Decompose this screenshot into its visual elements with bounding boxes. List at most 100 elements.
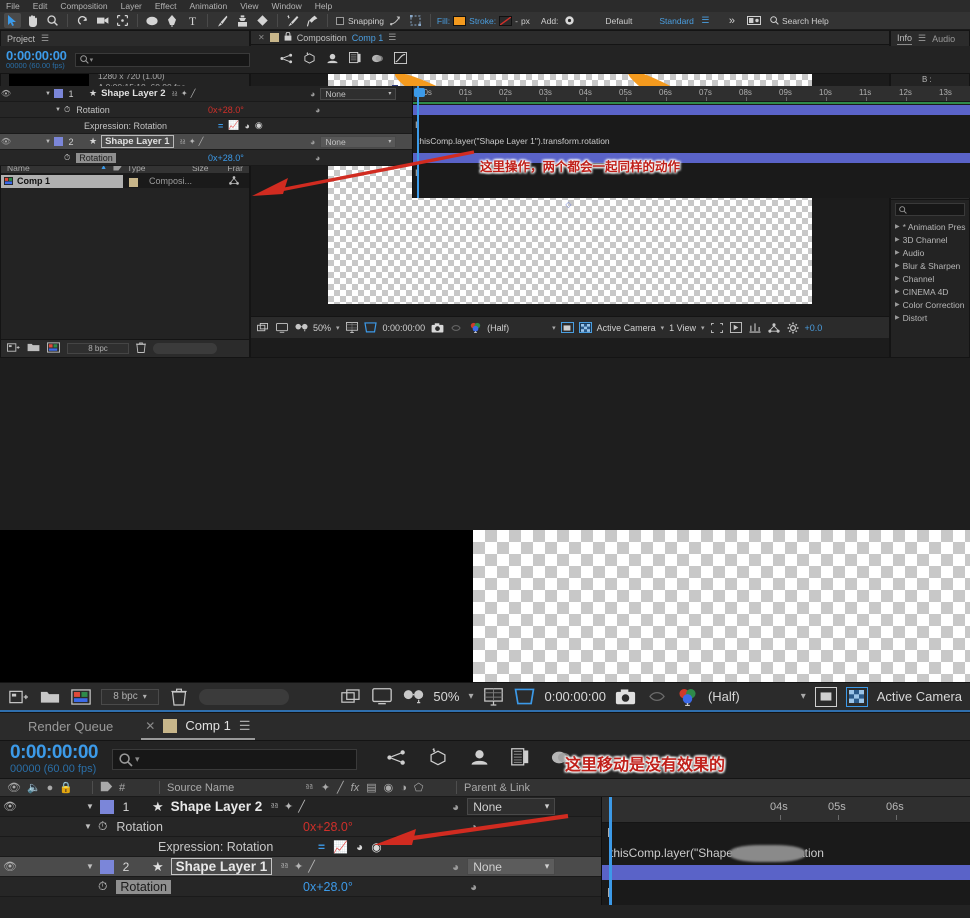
timeline-layer-row[interactable]: 👁 ▼ 1 ★ Shape Layer 2 ⎂ ✦ ╱: [0, 797, 601, 817]
expression-language-menu-icon[interactable]: ◉: [255, 120, 263, 131]
motion-blur-icon[interactable]: [371, 53, 384, 67]
zoom-chevron-icon[interactable]: ▾: [336, 324, 340, 332]
grid-guides-icon[interactable]: [345, 321, 359, 334]
timeline-track-row[interactable]: I: [602, 823, 970, 843]
chevron-down-icon[interactable]: ▾: [545, 861, 550, 872]
label-number-header[interactable]: #: [93, 781, 159, 795]
layer-duration-bar[interactable]: [602, 865, 970, 880]
disclosure-triangle-icon[interactable]: ▶: [895, 273, 900, 286]
resolution-value[interactable]: (Half): [487, 323, 509, 333]
anchor-point-icon[interactable]: ◇: [565, 201, 572, 208]
property-disclosure-triangle-icon[interactable]: ▼: [52, 107, 64, 113]
stroke-width-value[interactable]: -: [515, 16, 518, 26]
delete-icon[interactable]: [168, 687, 190, 707]
pen-tool-icon[interactable]: [164, 13, 181, 28]
hand-tool-icon[interactable]: [24, 13, 41, 28]
collapse-transform-icon[interactable]: ✦: [284, 800, 293, 813]
stopwatch-icon[interactable]: ⏱: [98, 879, 107, 894]
timeline-property-row[interactable]: ⏱ Rotation 0x+28.0° ◕: [0, 150, 412, 166]
exposure-value[interactable]: +0.0: [805, 323, 823, 333]
grid-guides-icon[interactable]: [482, 687, 504, 707]
expression-enable-icon[interactable]: =: [318, 840, 325, 854]
timeline-expression-track-row[interactable]: thisComp.layer("Shape Layer 1").transfor…: [413, 134, 970, 150]
lock-icon[interactable]: [284, 32, 292, 43]
composition-tabbar[interactable]: ✕ Composition Comp 1 ☰: [251, 31, 889, 45]
chevron-down-icon[interactable]: ▾: [135, 754, 140, 765]
expression-enable-icon[interactable]: =: [218, 121, 223, 131]
hide-shy-layers-icon[interactable]: [326, 53, 339, 67]
chevron-down-icon[interactable]: ▾: [388, 90, 391, 97]
monitor-icon[interactable]: [275, 321, 289, 334]
layer-color-swatch[interactable]: [54, 89, 63, 98]
parent-select[interactable]: None ▾: [467, 858, 555, 875]
property-value[interactable]: 0x+28.0°: [303, 880, 353, 894]
property-pickwhip-icon[interactable]: ◕: [315, 105, 320, 115]
snapping-bounds-icon[interactable]: [407, 13, 424, 28]
region-preview-icon[interactable]: [815, 687, 837, 707]
parent-pickwhip-icon[interactable]: ◕: [452, 860, 459, 874]
graph-editor-icon[interactable]: [394, 52, 407, 67]
resolution-chevron-icon[interactable]: ▾: [552, 324, 556, 332]
workspace-layout-icon[interactable]: [746, 13, 763, 28]
menu-item-help[interactable]: Help: [315, 1, 332, 11]
timeline-layer-row[interactable]: 👁 ▼ 1 ★ Shape Layer 2 ⎂ ✦ ╱: [0, 86, 412, 102]
fast-previews-icon[interactable]: [729, 321, 743, 334]
comp-flowchart-icon[interactable]: [767, 321, 781, 334]
menu-item-window[interactable]: Window: [272, 1, 302, 11]
zoom-level-value[interactable]: 50%: [433, 689, 459, 704]
close-icon[interactable]: ✕: [145, 719, 155, 733]
project-tab[interactable]: Project: [7, 34, 35, 44]
workspace-standard[interactable]: Standard: [659, 16, 694, 26]
shy-icon[interactable]: ⎂: [180, 137, 186, 147]
channel-rgb-icon[interactable]: [468, 321, 482, 334]
timeline-expression-track-row[interactable]: thisComp.layer("Shape Layer 1" rotation: [602, 843, 970, 863]
property-pickwhip-icon[interactable]: ◕: [470, 880, 477, 894]
hide-shy-layers-icon[interactable]: [470, 749, 489, 771]
rotation-tool-icon[interactable]: [74, 13, 91, 28]
zoom-tool-icon[interactable]: [44, 13, 61, 28]
snapshot-camera-icon[interactable]: [615, 687, 637, 707]
layer-name[interactable]: Shape Layer 2: [101, 88, 165, 99]
viewcount-chevron-icon[interactable]: ▾: [701, 324, 705, 332]
collapse-transform-icon[interactable]: ✦: [189, 137, 196, 146]
expression-pickwhip-icon[interactable]: ◕: [244, 121, 249, 131]
work-area-bar[interactable]: [413, 102, 970, 104]
collapse-transform-icon[interactable]: ✦: [181, 89, 188, 98]
layer-switches[interactable]: ⎂ ✦ ╱: [180, 137, 204, 147]
roto-brush-tool-icon[interactable]: [284, 13, 301, 28]
av-features-header[interactable]: 👁 🔈 ● 🔒: [0, 781, 92, 794]
snapping-checkbox[interactable]: [336, 17, 344, 25]
delete-icon[interactable]: [136, 342, 146, 356]
composition-mini-flowchart-icon[interactable]: [387, 749, 406, 771]
effects-category-item[interactable]: ▶Color Correction: [895, 299, 969, 312]
parent-select[interactable]: None ▾: [467, 798, 555, 815]
video-visibility-toggle[interactable]: 👁: [0, 860, 20, 873]
new-folder-icon[interactable]: [39, 687, 61, 707]
composition-timecode[interactable]: 0:00:00:00: [544, 689, 605, 704]
property-value[interactable]: 0x+28.0°: [208, 153, 244, 163]
add-label[interactable]: Add:: [541, 16, 559, 26]
composition-panel-menu-icon[interactable]: ☰: [388, 32, 396, 43]
video-eye-icon[interactable]: 👁: [7, 781, 21, 794]
timeline-property-row[interactable]: ⏱ Rotation 0x+28.0° ◕: [0, 877, 601, 897]
project-footer-pill[interactable]: [153, 343, 217, 354]
new-comp-icon[interactable]: [7, 342, 20, 356]
timeline-panel-menu-icon[interactable]: ☰: [239, 718, 251, 734]
fill-color-swatch[interactable]: [453, 16, 466, 26]
always-preview-icon[interactable]: [256, 321, 270, 334]
expression-graph-icon[interactable]: 📈: [333, 840, 348, 854]
audio-tab[interactable]: Audio: [932, 34, 955, 44]
timeline-expression-row[interactable]: Expression: Rotation = 📈 ◕ ◉: [0, 118, 412, 134]
layer-name[interactable]: Shape Layer 1: [171, 858, 273, 875]
snapshot-camera-icon[interactable]: [430, 321, 444, 334]
timeline-property-row[interactable]: ▼ ⏱ Rotation 0x+28.0° ◕: [0, 817, 601, 837]
frame-blending-icon[interactable]: [511, 748, 529, 771]
timeline-bottom-ruler[interactable]: 04s 05s 06s: [602, 797, 970, 823]
layer-name[interactable]: Shape Layer 1: [101, 135, 173, 148]
parent-link-header[interactable]: Parent & Link: [457, 782, 537, 794]
frame-blending-icon[interactable]: [349, 52, 361, 67]
property-disclosure-triangle-icon[interactable]: ▼: [78, 822, 98, 831]
disclosure-triangle-icon[interactable]: ▶: [895, 247, 900, 260]
effects-category-list[interactable]: ▶* Animation Pres ▶3D Channel ▶Audio ▶Bl…: [891, 219, 969, 325]
chevron-down-icon[interactable]: ▾: [143, 692, 147, 701]
